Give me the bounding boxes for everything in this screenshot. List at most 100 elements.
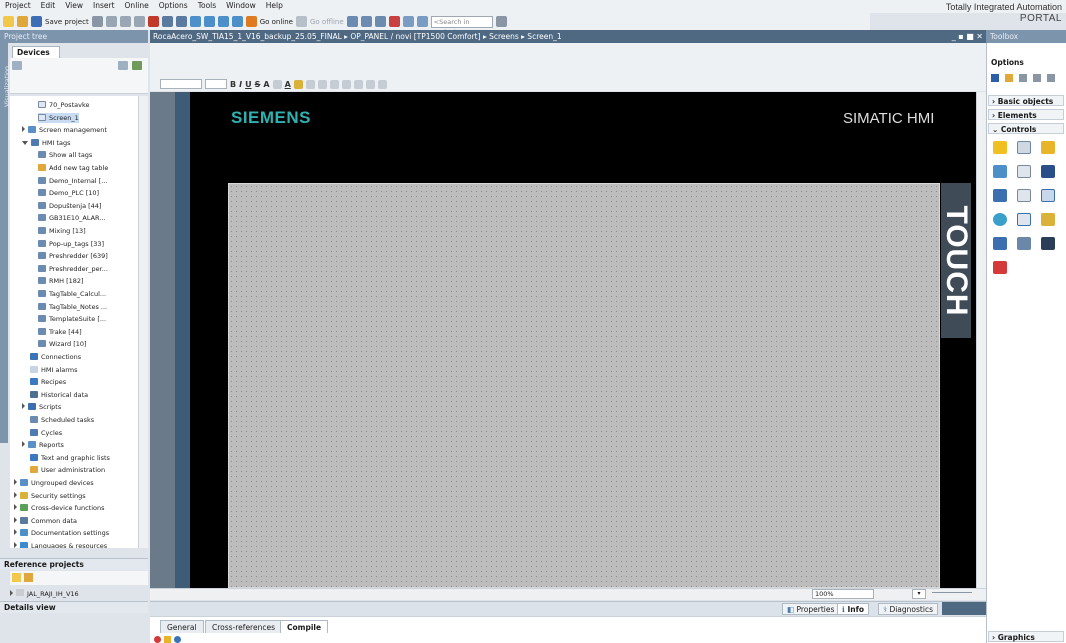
tree-item[interactable]: Dopuštenja [44] (38, 201, 101, 211)
bold-button[interactable]: B (230, 80, 236, 89)
font-case-button[interactable]: A (263, 80, 269, 89)
tree-item[interactable]: Show all tags (38, 150, 92, 160)
camera-view-icon[interactable] (1017, 213, 1031, 226)
tree-item[interactable]: TagTable_Calcul... (38, 289, 106, 299)
search-in-project-input[interactable]: <Search in project> (430, 15, 493, 36)
pdf-view-icon[interactable] (993, 261, 1007, 274)
upload-icon[interactable] (217, 16, 229, 27)
tree-item[interactable]: Ungrouped devices (14, 478, 94, 488)
warning-filter-icon[interactable] (164, 636, 171, 643)
go-offline-button[interactable]: Go offline (310, 18, 344, 26)
tree-item[interactable]: Preshredder [639] (38, 251, 108, 261)
grid-snap-icon[interactable] (365, 79, 375, 89)
menu-help[interactable]: Help (261, 0, 288, 11)
line-style-icon[interactable] (317, 79, 327, 89)
tree-item[interactable]: TagTable_Notes ... (38, 302, 107, 312)
reference-projects-header[interactable]: Reference projects (0, 558, 148, 570)
tree-item[interactable]: Scripts (22, 402, 61, 412)
info-filter-icon[interactable] (174, 636, 181, 643)
tab-diagnostics[interactable]: ⚕ Diagnostics (878, 603, 938, 615)
compile-icon[interactable] (189, 16, 201, 27)
sm-at-view-icon[interactable] (993, 189, 1007, 202)
new-project-icon[interactable] (3, 16, 14, 27)
tree-item[interactable]: User administration (30, 465, 105, 475)
chevron-right-icon[interactable] (22, 403, 25, 410)
tree-item[interactable]: Documentation settings (14, 528, 109, 538)
menu-tools[interactable]: Tools (193, 0, 221, 11)
subtab-cross-references[interactable]: Cross-references (205, 620, 282, 633)
zoom-slider[interactable] (932, 592, 972, 596)
italic-button[interactable]: I (239, 80, 242, 89)
project-tree-scrollbar[interactable] (138, 96, 148, 548)
media-player-icon[interactable] (993, 213, 1007, 226)
undo-icon[interactable] (161, 16, 173, 27)
tree-item[interactable]: Security settings (14, 491, 86, 501)
tree-item[interactable]: GB31E10_ALAR... (38, 213, 106, 223)
subtab-general[interactable]: General (160, 620, 204, 633)
underline-button[interactable]: U (245, 80, 252, 89)
tree-view-icon[interactable] (118, 61, 128, 70)
go-offline-icon[interactable] (296, 16, 307, 27)
reference-project-item[interactable]: JAL_RAJI_IH_V16 (10, 589, 148, 599)
library-icon[interactable] (1005, 74, 1013, 82)
chevron-right-icon[interactable] (14, 542, 17, 548)
html-browser-icon[interactable] (993, 165, 1007, 178)
close-editor-icon[interactable] (388, 16, 400, 27)
tree-item[interactable]: Trake [44] (38, 327, 82, 337)
line-color-icon[interactable] (305, 79, 315, 89)
list-view-icon[interactable] (1033, 74, 1041, 82)
distribute-icon[interactable] (353, 79, 363, 89)
split-editor-v-icon[interactable] (416, 16, 428, 27)
status-force-icon[interactable] (1041, 165, 1055, 178)
f-x-trend-icon[interactable] (1017, 189, 1031, 202)
tree-item[interactable]: HMI alarms (30, 365, 78, 375)
expand-icon[interactable] (10, 590, 13, 596)
tree-item[interactable]: Connections (30, 352, 81, 362)
tree-item[interactable]: Demo_Internal [... (38, 176, 107, 186)
subtab-compile[interactable]: Compile (280, 620, 329, 633)
chevron-right-icon[interactable] (14, 504, 17, 511)
close-reference-icon[interactable] (24, 573, 33, 582)
icon-view-icon[interactable] (1047, 74, 1055, 82)
tree-item[interactable]: Pop-up_tags [33] (38, 239, 104, 249)
font-color-button[interactable]: A (285, 80, 291, 89)
save-project-button[interactable]: Save project (45, 18, 89, 26)
tree-item[interactable]: 70_Postavke (38, 100, 89, 110)
section-graphics[interactable]: › Graphics (988, 631, 1064, 642)
open-project-icon[interactable] (17, 16, 28, 27)
binoculars-icon[interactable] (495, 16, 507, 27)
view-icon[interactable] (1019, 74, 1027, 82)
tree-item[interactable]: Demo_PLC [10] (38, 188, 99, 198)
go-online-icon[interactable] (245, 16, 257, 27)
font-select[interactable] (160, 79, 202, 89)
font-size-select[interactable] (205, 79, 227, 89)
paste-icon[interactable] (133, 16, 145, 27)
copy-icon[interactable] (119, 16, 131, 27)
pointer-icon[interactable] (991, 74, 999, 82)
video-camera-icon[interactable] (1041, 237, 1055, 250)
tree-item[interactable]: Wizard [10] (38, 339, 87, 349)
add-device-icon[interactable] (132, 61, 142, 70)
section-controls[interactable]: ⌄ Controls (988, 123, 1064, 134)
prodiag-overview-icon[interactable] (1017, 237, 1031, 250)
go-online-button[interactable]: Go online (260, 18, 293, 26)
error-filter-icon[interactable] (154, 636, 161, 643)
window-controls[interactable]: _ ▪ ■ ✕ (952, 30, 983, 43)
simulation-icon[interactable] (231, 16, 243, 27)
zoom-input[interactable]: 100% (812, 589, 874, 599)
chevron-right-icon[interactable] (14, 529, 17, 536)
strikethrough-button[interactable]: S (255, 80, 261, 89)
chevron-down-icon[interactable] (22, 140, 28, 145)
menu-window[interactable]: Window (221, 0, 261, 11)
tree-item[interactable]: Add new tag table (38, 163, 108, 173)
tree-item[interactable]: Recipes (30, 377, 66, 387)
save-icon[interactable] (31, 16, 42, 27)
tree-item[interactable]: Screen management (22, 125, 107, 135)
alarm-view-icon[interactable] (993, 141, 1007, 154)
stop-cpu-icon[interactable] (374, 16, 386, 27)
tab-info[interactable]: ℹ Info (837, 603, 870, 615)
printer-job-icon[interactable] (1041, 213, 1055, 226)
align-icon[interactable] (272, 79, 282, 89)
fill-color-icon[interactable] (293, 79, 303, 89)
recipe-view-icon[interactable] (1017, 165, 1031, 178)
